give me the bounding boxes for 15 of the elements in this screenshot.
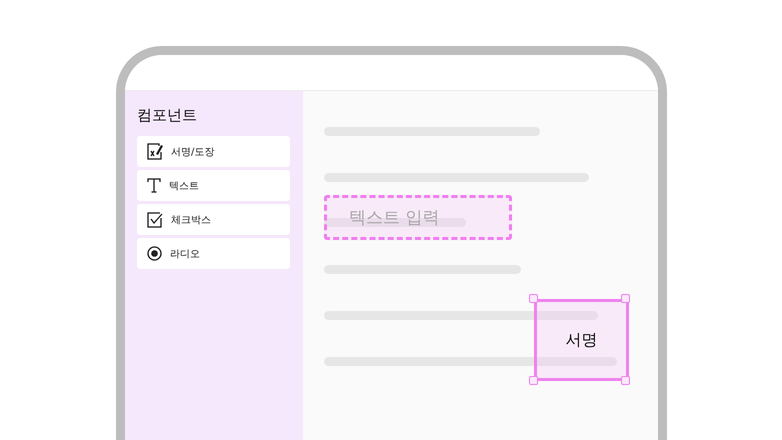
resize-handle[interactable] bbox=[621, 376, 630, 385]
checkbox-icon bbox=[147, 212, 163, 228]
text-icon bbox=[147, 178, 161, 193]
signature-field[interactable]: 서명 bbox=[534, 299, 629, 381]
component-item[interactable]: 라디오 bbox=[137, 238, 290, 269]
component-item[interactable]: 서명/도장 bbox=[137, 136, 290, 167]
resize-handle[interactable] bbox=[529, 376, 538, 385]
resize-handle[interactable] bbox=[621, 294, 630, 303]
component-item[interactable]: 체크박스 bbox=[137, 204, 290, 235]
sidebar-title: 컴포넌트 bbox=[137, 106, 197, 125]
text-input-field[interactable]: 텍스트 입력 bbox=[324, 195, 512, 240]
component-item[interactable]: 텍스트 bbox=[137, 170, 290, 201]
resize-handle[interactable] bbox=[529, 294, 538, 303]
signature-icon bbox=[147, 143, 163, 160]
radio-icon bbox=[147, 246, 162, 261]
